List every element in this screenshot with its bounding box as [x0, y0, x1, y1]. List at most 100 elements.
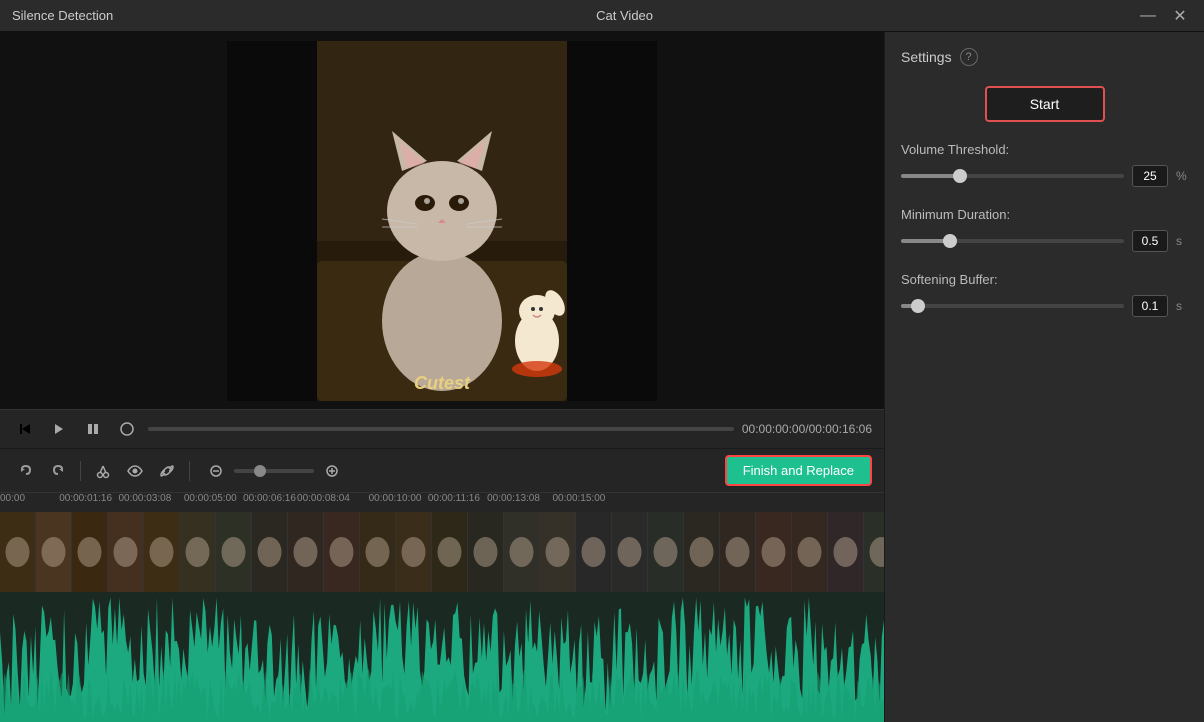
timecode-mark: 00:00:08:04 — [297, 493, 350, 504]
cat-video-frame: Cutest — [227, 41, 657, 401]
thumbnail-frame — [432, 512, 468, 592]
softening-buffer-label: Softening Buffer: — [901, 272, 1188, 287]
timecode-mark: 00:00 — [0, 493, 25, 504]
thumbnail-frame — [36, 512, 72, 592]
timecode-mark: 00:00:01:16 — [59, 493, 112, 504]
link-button[interactable] — [153, 457, 181, 485]
thumbnail-frame — [180, 512, 216, 592]
start-button[interactable]: Start — [985, 86, 1105, 122]
right-panel: Settings ? Start Volume Threshold: 25 % … — [884, 32, 1204, 722]
thumbnail-inner — [0, 512, 884, 592]
softening-buffer-value: 0.1 — [1132, 295, 1168, 317]
zoom-out-button[interactable] — [202, 457, 230, 485]
app-title: Silence Detection — [12, 8, 113, 23]
play-button[interactable] — [46, 416, 72, 442]
cat-video-svg: Cutest — [227, 41, 657, 401]
file-title: Cat Video — [596, 8, 653, 23]
time-display: 00:00:00:00/00:00:16:06 — [742, 422, 872, 436]
back-to-start-button[interactable] — [12, 416, 38, 442]
thumbnail-frame — [720, 512, 756, 592]
timecode-mark: 00:00:05:00 — [184, 493, 237, 504]
thumbnail-frame — [288, 512, 324, 592]
thumbnail-frame — [504, 512, 540, 592]
settings-title: Settings — [901, 49, 952, 65]
zoom-in-button[interactable] — [318, 457, 346, 485]
waveform-svg — [0, 592, 884, 722]
titlebar-controls: — ✕ — [1136, 4, 1192, 28]
timecode-mark: 00:00:03:08 — [118, 493, 171, 504]
separator-1 — [80, 461, 81, 481]
minimum-duration-slider[interactable] — [901, 239, 1124, 243]
video-preview[interactable]: Cutest — [0, 32, 884, 409]
thumbnail-frame — [648, 512, 684, 592]
thumbnail-frame — [396, 512, 432, 592]
ruler-container: 00:00 00:00:01:16 00:00:03:08 00:00:05:00 00… — [0, 493, 884, 513]
zoom-slider[interactable] — [234, 469, 314, 473]
main-content: Cutest 00:00:00:00/00:0 — [0, 32, 1204, 722]
minimum-duration-value: 0.5 — [1132, 230, 1168, 252]
softening-buffer-unit: s — [1176, 299, 1188, 313]
video-canvas: Cutest — [0, 32, 884, 409]
undo-button[interactable] — [12, 457, 40, 485]
volume-threshold-unit: % — [1176, 169, 1188, 183]
softening-buffer-row: 0.1 s — [901, 295, 1188, 317]
volume-threshold-label: Volume Threshold: — [901, 142, 1188, 157]
softening-buffer-group: Softening Buffer: 0.1 s — [901, 272, 1188, 317]
timecode-mark: 00:00:11:16 — [428, 493, 480, 504]
thumbnail-frame — [684, 512, 720, 592]
finish-replace-button[interactable]: Finish and Replace — [725, 455, 872, 486]
thumbnail-frame — [108, 512, 144, 592]
help-icon[interactable]: ? — [960, 48, 978, 66]
settings-header: Settings ? — [901, 48, 1188, 66]
cut-button[interactable] — [89, 457, 117, 485]
minimum-duration-row: 0.5 s — [901, 230, 1188, 252]
thumbnail-strip — [0, 512, 884, 592]
volume-threshold-slider[interactable] — [901, 174, 1124, 178]
redo-button[interactable] — [44, 457, 72, 485]
softening-buffer-slider[interactable] — [901, 304, 1124, 308]
minimum-duration-label: Minimum Duration: — [901, 207, 1188, 222]
video-thumbnail: Cutest — [227, 41, 657, 401]
close-button[interactable]: ✕ — [1168, 4, 1192, 28]
thumbnail-frame — [144, 512, 180, 592]
waveform-area — [0, 592, 884, 722]
video-area: Cutest 00:00:00:00/00:0 — [0, 32, 884, 722]
timecode-mark: 00:00:13:08 — [487, 493, 540, 504]
thumbnail-frame — [864, 512, 884, 592]
volume-threshold-value: 25 — [1132, 165, 1168, 187]
thumbnail-frame — [72, 512, 108, 592]
thumbnail-frame — [324, 512, 360, 592]
minimum-duration-group: Minimum Duration: 0.5 s — [901, 207, 1188, 252]
timecode-mark: 00:00:06:16 — [243, 493, 296, 504]
titlebar: Silence Detection Cat Video — ✕ — [0, 0, 1204, 32]
separator-2 — [189, 461, 190, 481]
minimize-button[interactable]: — — [1136, 4, 1160, 28]
zoom-controls — [202, 457, 346, 485]
timeline-area: 00:00 00:00:01:16 00:00:03:08 00:00:05:00 00… — [0, 492, 884, 722]
timecode-mark: 00:00:10:00 — [369, 493, 422, 504]
thumbnail-frame — [756, 512, 792, 592]
thumbnail-frame — [360, 512, 396, 592]
thumbnail-frame — [216, 512, 252, 592]
thumbnail-frame — [792, 512, 828, 592]
titlebar-left: Silence Detection — [12, 8, 113, 23]
eye-button[interactable] — [121, 457, 149, 485]
volume-threshold-group: Volume Threshold: 25 % — [901, 142, 1188, 187]
volume-threshold-row: 25 % — [901, 165, 1188, 187]
thumbnail-frame — [540, 512, 576, 592]
svg-text:Cutest: Cutest — [414, 373, 471, 393]
timecode-ruler: 00:00 00:00:01:16 00:00:03:08 00:00:05:00 00… — [0, 492, 884, 512]
thumbnail-frame — [0, 512, 36, 592]
thumbnail-frame — [252, 512, 288, 592]
stop-button[interactable] — [114, 416, 140, 442]
thumbnail-frame — [612, 512, 648, 592]
timecode-mark: 00:00:15:00 — [553, 493, 606, 504]
thumbnail-frame — [576, 512, 612, 592]
thumbnail-frame — [828, 512, 864, 592]
loop-button[interactable] — [80, 416, 106, 442]
progress-bar[interactable] — [148, 427, 734, 431]
video-controls: 00:00:00:00/00:00:16:06 — [0, 409, 884, 448]
toolbar: Finish and Replace — [0, 448, 884, 492]
thumbnail-frame — [468, 512, 504, 592]
minimum-duration-unit: s — [1176, 234, 1188, 248]
